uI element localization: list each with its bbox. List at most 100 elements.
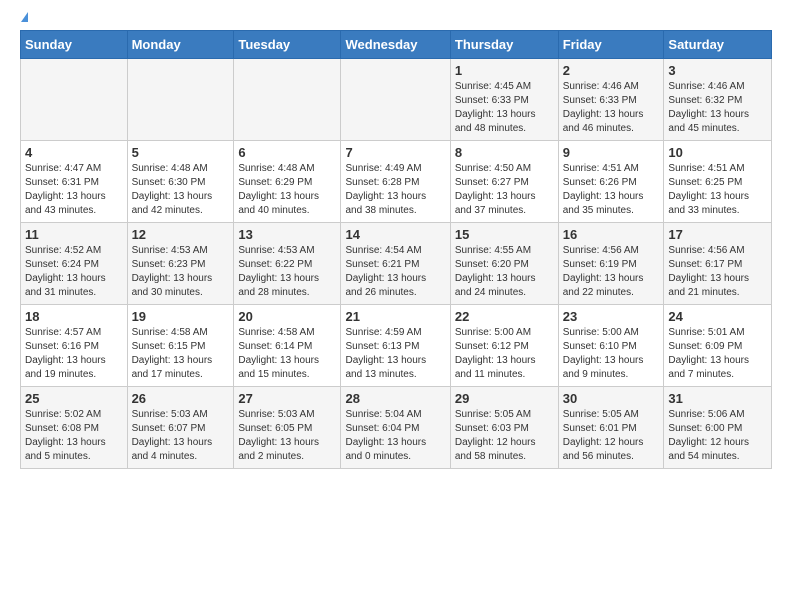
calendar-cell [234, 59, 341, 141]
header-tuesday: Tuesday [234, 31, 341, 59]
day-info: Sunrise: 5:00 AM Sunset: 6:12 PM Dayligh… [455, 326, 554, 382]
day-number: 19 [132, 309, 230, 324]
day-info: Sunrise: 5:01 AM Sunset: 6:09 PM Dayligh… [668, 326, 767, 382]
calendar-cell: 23 Sunrise: 5:00 AM Sunset: 6:10 PM Dayli… [558, 305, 664, 387]
header-friday: Friday [558, 31, 664, 59]
day-info: Sunrise: 4:54 AM Sunset: 6:21 PM Dayligh… [345, 244, 445, 300]
day-info: Sunrise: 4:46 AM Sunset: 6:33 PM Dayligh… [563, 80, 660, 136]
week-row-4: 18 Sunrise: 4:57 AM Sunset: 6:16 PM Dayli… [21, 305, 772, 387]
day-info: Sunrise: 5:03 AM Sunset: 6:05 PM Dayligh… [238, 408, 336, 464]
calendar-cell: 13Sunrise: 4:53 AM Sunset: 6:22 PM Dayli… [234, 223, 341, 305]
day-number: 9 [563, 145, 660, 160]
calendar-cell: 29 Sunrise: 5:05 AM Sunset: 6:03 PM Dayli… [450, 387, 558, 469]
day-number: 24 [668, 309, 767, 324]
day-info: Sunrise: 4:47 AM Sunset: 6:31 PM Dayligh… [25, 162, 123, 218]
calendar-cell: 14 Sunrise: 4:54 AM Sunset: 6:21 PM Dayli… [341, 223, 450, 305]
day-number: 29 [455, 391, 554, 406]
day-number: 31 [668, 391, 767, 406]
day-info: Sunrise: 5:02 AM Sunset: 6:08 PM Dayligh… [25, 408, 123, 464]
day-info: Sunrise: 4:57 AM Sunset: 6:16 PM Dayligh… [25, 326, 123, 382]
calendar-cell: 19 Sunrise: 4:58 AM Sunset: 6:15 PM Dayli… [127, 305, 234, 387]
day-number: 21 [345, 309, 445, 324]
calendar-cell: 9 Sunrise: 4:51 AM Sunset: 6:26 PM Daylig… [558, 141, 664, 223]
day-number: 16 [563, 227, 660, 242]
day-info: Sunrise: 4:46 AM Sunset: 6:32 PM Dayligh… [668, 80, 767, 136]
calendar-cell: 16 Sunrise: 4:56 AM Sunset: 6:19 PM Dayli… [558, 223, 664, 305]
calendar-cell: 3 Sunrise: 4:46 AM Sunset: 6:32 PM Daylig… [664, 59, 772, 141]
logo [20, 16, 28, 22]
calendar-cell: 18 Sunrise: 4:57 AM Sunset: 6:16 PM Dayli… [21, 305, 128, 387]
day-number: 5 [132, 145, 230, 160]
calendar-cell: 12Sunrise: 4:53 AM Sunset: 6:23 PM Dayli… [127, 223, 234, 305]
calendar-cell: 27 Sunrise: 5:03 AM Sunset: 6:05 PM Dayli… [234, 387, 341, 469]
day-number: 3 [668, 63, 767, 78]
day-info: Sunrise: 4:48 AM Sunset: 6:30 PM Dayligh… [132, 162, 230, 218]
calendar-cell: 28Sunrise: 5:04 AM Sunset: 6:04 PM Dayli… [341, 387, 450, 469]
calendar-cell [127, 59, 234, 141]
header-row: SundayMondayTuesdayWednesdayThursdayFrid… [21, 31, 772, 59]
day-number: 8 [455, 145, 554, 160]
day-info: Sunrise: 4:45 AM Sunset: 6:33 PM Dayligh… [455, 80, 554, 136]
day-number: 26 [132, 391, 230, 406]
day-number: 14 [345, 227, 445, 242]
calendar-cell: 1 Sunrise: 4:45 AM Sunset: 6:33 PM Daylig… [450, 59, 558, 141]
day-info: Sunrise: 4:56 AM Sunset: 6:17 PM Dayligh… [668, 244, 767, 300]
day-number: 20 [238, 309, 336, 324]
day-number: 12 [132, 227, 230, 242]
day-number: 4 [25, 145, 123, 160]
day-info: Sunrise: 4:59 AM Sunset: 6:13 PM Dayligh… [345, 326, 445, 382]
day-number: 27 [238, 391, 336, 406]
header-saturday: Saturday [664, 31, 772, 59]
calendar-cell [341, 59, 450, 141]
day-number: 17 [668, 227, 767, 242]
day-info: Sunrise: 4:58 AM Sunset: 6:15 PM Dayligh… [132, 326, 230, 382]
calendar-cell: 7 Sunrise: 4:49 AM Sunset: 6:28 PM Daylig… [341, 141, 450, 223]
calendar-cell: 31 Sunrise: 5:06 AM Sunset: 6:00 PM Dayli… [664, 387, 772, 469]
day-info: Sunrise: 5:05 AM Sunset: 6:03 PM Dayligh… [455, 408, 554, 464]
calendar-cell: 15Sunrise: 4:55 AM Sunset: 6:20 PM Dayli… [450, 223, 558, 305]
day-number: 22 [455, 309, 554, 324]
calendar-cell: 24 Sunrise: 5:01 AM Sunset: 6:09 PM Dayli… [664, 305, 772, 387]
day-number: 25 [25, 391, 123, 406]
calendar-cell: 17 Sunrise: 4:56 AM Sunset: 6:17 PM Dayli… [664, 223, 772, 305]
day-info: Sunrise: 4:48 AM Sunset: 6:29 PM Dayligh… [238, 162, 336, 218]
calendar-cell: 30Sunrise: 5:05 AM Sunset: 6:01 PM Dayli… [558, 387, 664, 469]
day-number: 6 [238, 145, 336, 160]
page-header [20, 16, 772, 22]
calendar-cell [21, 59, 128, 141]
day-number: 10 [668, 145, 767, 160]
calendar-cell: 10 Sunrise: 4:51 AM Sunset: 6:25 PM Dayli… [664, 141, 772, 223]
day-info: Sunrise: 4:55 AM Sunset: 6:20 PM Dayligh… [455, 244, 554, 300]
day-number: 18 [25, 309, 123, 324]
week-row-2: 4 Sunrise: 4:47 AM Sunset: 6:31 PM Daylig… [21, 141, 772, 223]
day-info: Sunrise: 4:50 AM Sunset: 6:27 PM Dayligh… [455, 162, 554, 218]
week-row-1: 1 Sunrise: 4:45 AM Sunset: 6:33 PM Daylig… [21, 59, 772, 141]
calendar-cell: 26Sunrise: 5:03 AM Sunset: 6:07 PM Dayli… [127, 387, 234, 469]
week-row-3: 11Sunrise: 4:52 AM Sunset: 6:24 PM Dayli… [21, 223, 772, 305]
day-number: 28 [345, 391, 445, 406]
calendar-cell: 21 Sunrise: 4:59 AM Sunset: 6:13 PM Dayli… [341, 305, 450, 387]
day-number: 1 [455, 63, 554, 78]
day-info: Sunrise: 5:05 AM Sunset: 6:01 PM Dayligh… [563, 408, 660, 464]
day-info: Sunrise: 4:58 AM Sunset: 6:14 PM Dayligh… [238, 326, 336, 382]
calendar-cell: 20 Sunrise: 4:58 AM Sunset: 6:14 PM Dayli… [234, 305, 341, 387]
day-info: Sunrise: 4:51 AM Sunset: 6:25 PM Dayligh… [668, 162, 767, 218]
day-info: Sunrise: 4:49 AM Sunset: 6:28 PM Dayligh… [345, 162, 445, 218]
calendar-cell: 25 Sunrise: 5:02 AM Sunset: 6:08 PM Dayli… [21, 387, 128, 469]
day-number: 2 [563, 63, 660, 78]
header-thursday: Thursday [450, 31, 558, 59]
calendar-cell: 22 Sunrise: 5:00 AM Sunset: 6:12 PM Dayli… [450, 305, 558, 387]
day-info: Sunrise: 5:06 AM Sunset: 6:00 PM Dayligh… [668, 408, 767, 464]
day-number: 23 [563, 309, 660, 324]
calendar-cell: 11Sunrise: 4:52 AM Sunset: 6:24 PM Dayli… [21, 223, 128, 305]
day-number: 13 [238, 227, 336, 242]
header-monday: Monday [127, 31, 234, 59]
header-wednesday: Wednesday [341, 31, 450, 59]
day-info: Sunrise: 4:52 AM Sunset: 6:24 PM Dayligh… [25, 244, 123, 300]
header-sunday: Sunday [21, 31, 128, 59]
day-info: Sunrise: 5:00 AM Sunset: 6:10 PM Dayligh… [563, 326, 660, 382]
day-number: 7 [345, 145, 445, 160]
day-info: Sunrise: 4:51 AM Sunset: 6:26 PM Dayligh… [563, 162, 660, 218]
calendar-cell: 4 Sunrise: 4:47 AM Sunset: 6:31 PM Daylig… [21, 141, 128, 223]
day-info: Sunrise: 4:56 AM Sunset: 6:19 PM Dayligh… [563, 244, 660, 300]
